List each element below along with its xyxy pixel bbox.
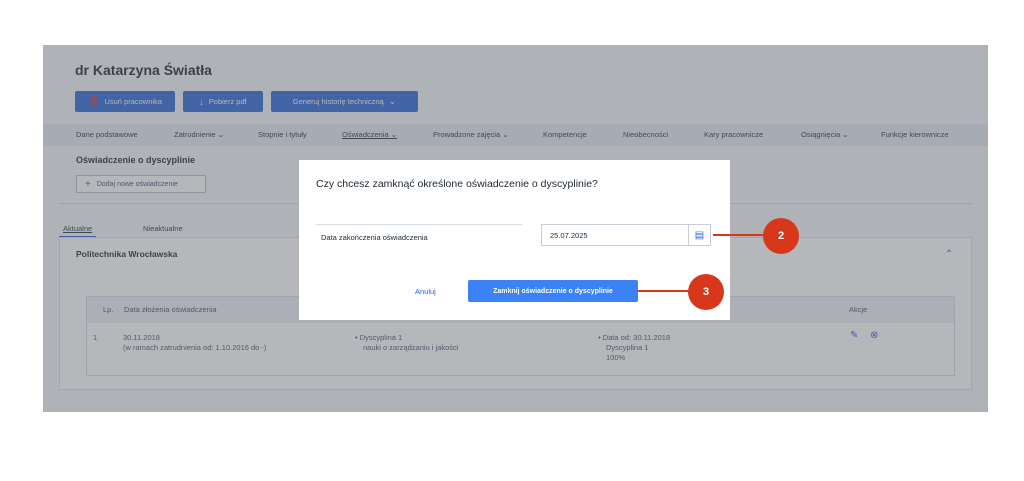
end-date-value: 25.07.2025 [550,231,588,240]
callout-3-badge: 3 [688,274,724,310]
calendar-icon[interactable]: ▤ [688,225,710,245]
cancel-button[interactable]: Anuluj [415,287,436,296]
end-date-input[interactable]: 25.07.2025 ▤ [541,224,711,246]
confirm-close-button[interactable]: Zamknij oświadczenie o dyscyplinie [468,280,638,302]
callout-2-line [713,234,765,236]
close-declaration-dialog: Czy chcesz zamknąć określone oświadczeni… [299,160,730,320]
callout-3-line [638,290,690,292]
callout-2-badge: 2 [763,218,799,254]
dialog-title: Czy chcesz zamknąć określone oświadczeni… [316,178,598,190]
end-date-label: Data zakończenia oświadczenia [321,233,428,242]
field-divider [316,224,522,225]
